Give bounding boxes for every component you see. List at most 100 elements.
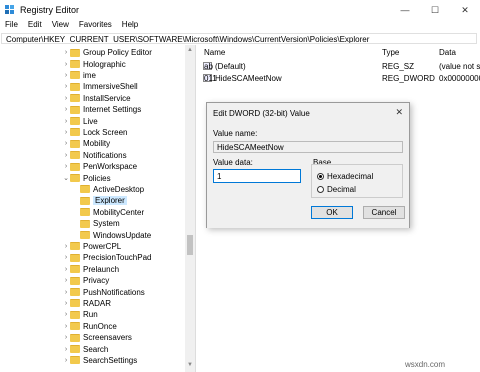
tree-item[interactable]: WindowsUpdate — [72, 229, 151, 240]
menu-help[interactable]: Help — [117, 20, 143, 32]
menu-bar: File Edit View Favorites Help — [0, 20, 480, 32]
tree-item-label: System — [93, 219, 120, 229]
tree-item[interactable]: › ImmersiveShell — [62, 81, 138, 92]
value-data: (value not s — [439, 62, 480, 71]
chevron-right-icon[interactable]: › — [62, 243, 70, 250]
tree-item[interactable]: › Lock Screen — [62, 127, 128, 138]
value-name: (Default) — [215, 62, 246, 71]
address-bar[interactable]: Computer\HKEY_CURRENT_USER\SOFTWARE\Micr… — [1, 33, 477, 44]
chevron-right-icon[interactable]: › — [62, 289, 70, 296]
tree-scrollbar[interactable]: ▲ ▼ — [185, 45, 195, 372]
tree-item[interactable]: › Run — [62, 309, 98, 320]
scroll-up-icon[interactable]: ▲ — [187, 47, 193, 53]
hexadecimal-label[interactable]: Hexadecimal — [327, 172, 373, 181]
folder-icon — [70, 242, 80, 251]
tree-item[interactable]: › InstallService — [62, 93, 131, 104]
chevron-right-icon[interactable]: › — [62, 334, 70, 341]
tree-item[interactable]: › Mobility — [62, 138, 110, 149]
tree-item[interactable]: ActiveDesktop — [72, 184, 144, 195]
tree-item-label: InstallService — [83, 93, 131, 103]
tree-item[interactable]: › RunOnce — [62, 321, 117, 332]
tree-item[interactable]: › ime — [62, 70, 96, 81]
tree-item[interactable]: Explorer — [72, 195, 127, 206]
tree-item[interactable]: › PrecisionTouchPad — [62, 252, 152, 263]
tree-item[interactable]: › Search — [62, 343, 109, 354]
value-data: 0x00000000 — [439, 74, 480, 83]
tree-item[interactable]: › PowerCPL — [62, 241, 121, 252]
tree-item[interactable]: › Privacy — [62, 275, 109, 286]
chevron-right-icon[interactable]: › — [62, 49, 70, 56]
minimize-icon: — — [400, 5, 410, 15]
close-icon: ✕ — [461, 4, 469, 15]
close-button[interactable]: ✕ — [450, 0, 480, 20]
tree-item-label: ime — [83, 70, 96, 80]
menu-file[interactable]: File — [0, 20, 23, 32]
menu-favorites[interactable]: Favorites — [74, 20, 117, 32]
chevron-right-icon[interactable]: › — [62, 254, 70, 261]
chevron-right-icon[interactable]: › — [62, 83, 70, 90]
value-data-label: Value data: — [213, 158, 253, 167]
chevron-right-icon[interactable]: › — [62, 311, 70, 318]
tree-item[interactable]: › Internet Settings — [62, 104, 141, 115]
tree-item[interactable]: › Group Policy Editor — [62, 47, 152, 58]
chevron-right-icon[interactable]: › — [62, 140, 70, 147]
chevron-down-icon[interactable]: ⌄ — [62, 174, 70, 182]
chevron-right-icon[interactable]: › — [62, 323, 70, 330]
list-row[interactable]: 011 HideSCAMeetNow REG_DWORD 0x00000000 — [198, 73, 480, 84]
chevron-right-icon[interactable]: › — [62, 95, 70, 102]
minimize-button[interactable]: — — [390, 0, 420, 20]
chevron-right-icon[interactable]: › — [62, 277, 70, 284]
value-name: HideSCAMeetNow — [215, 74, 282, 83]
tree-item[interactable]: › Holographic — [62, 58, 126, 69]
tree-item-label: RunOnce — [83, 321, 117, 331]
tree-item[interactable]: › PushNotifications — [62, 286, 145, 297]
tree-item[interactable]: › Notifications — [62, 150, 127, 161]
tree-item-label: Policies — [83, 173, 111, 183]
tree-item[interactable]: MobilityCenter — [72, 207, 144, 218]
hexadecimal-radio[interactable] — [317, 173, 324, 180]
tree-item[interactable]: › PenWorkspace — [62, 161, 137, 172]
chevron-right-icon[interactable]: › — [62, 152, 70, 159]
chevron-right-icon[interactable]: › — [62, 106, 70, 113]
chevron-right-icon[interactable]: › — [62, 118, 70, 125]
maximize-button[interactable]: ☐ — [420, 0, 450, 20]
menu-edit[interactable]: Edit — [23, 20, 47, 32]
folder-icon — [70, 322, 80, 331]
tree-item[interactable]: › SearchSettings — [62, 355, 137, 366]
chevron-right-icon[interactable]: › — [62, 129, 70, 136]
column-name[interactable]: Name — [204, 48, 225, 57]
value-name-field: HideSCAMeetNow — [213, 141, 403, 153]
title-bar: Registry Editor — ☐ ✕ — [0, 0, 480, 20]
tree-item[interactable]: › Prelaunch — [62, 264, 119, 275]
registry-editor-icon — [5, 5, 14, 14]
chevron-right-icon[interactable]: › — [62, 72, 70, 79]
tree-item-label: PushNotifications — [83, 287, 145, 297]
tree-item[interactable]: › Screensavers — [62, 332, 132, 343]
ok-button[interactable]: OK — [311, 206, 353, 219]
folder-icon — [80, 185, 90, 194]
column-data[interactable]: Data — [439, 48, 456, 57]
tree-item[interactable]: System — [72, 218, 120, 229]
tree-item[interactable]: › Live — [62, 115, 98, 126]
value-data-input[interactable]: 1 — [213, 169, 301, 183]
decimal-radio[interactable] — [317, 186, 324, 193]
chevron-right-icon[interactable]: › — [62, 61, 70, 68]
list-row[interactable]: ab (Default) REG_SZ (value not s — [198, 61, 480, 72]
column-type[interactable]: Type — [382, 48, 399, 57]
dialog-close-icon[interactable]: ✕ — [395, 107, 403, 118]
value-type: REG_SZ — [382, 62, 415, 71]
menu-view[interactable]: View — [47, 20, 74, 32]
chevron-right-icon[interactable]: › — [62, 163, 70, 170]
scroll-down-icon[interactable]: ▼ — [187, 362, 193, 368]
tree-item[interactable]: ⌄ Policies — [62, 172, 111, 183]
chevron-right-icon[interactable]: › — [62, 300, 70, 307]
chevron-right-icon[interactable]: › — [62, 357, 70, 364]
scrollbar-thumb[interactable] — [187, 235, 193, 255]
tree-item[interactable]: › RADAR — [62, 298, 111, 309]
chevron-right-icon[interactable]: › — [62, 266, 70, 273]
dialog-body: Value name: HideSCAMeetNow Value data: 1… — [207, 123, 409, 228]
chevron-right-icon[interactable]: › — [62, 346, 70, 353]
decimal-label[interactable]: Decimal — [327, 185, 356, 194]
cancel-button[interactable]: Cancel — [363, 206, 405, 219]
folder-icon — [70, 82, 80, 91]
